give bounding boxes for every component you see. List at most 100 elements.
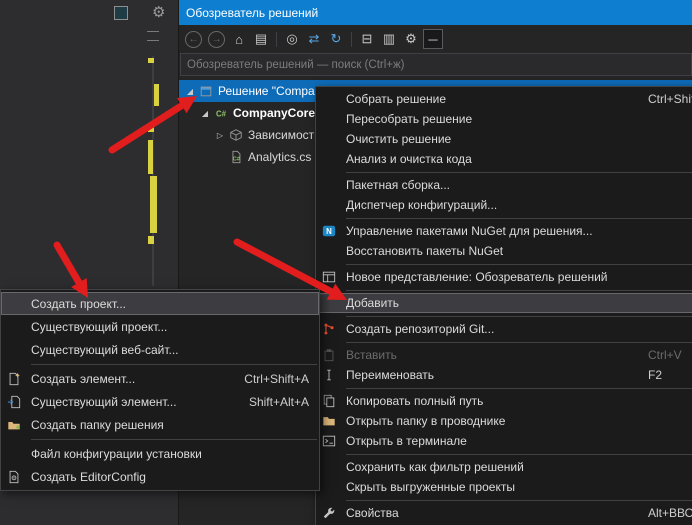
document-window-icon (114, 6, 128, 20)
forward-icon[interactable]: → (208, 31, 225, 48)
menu-item-label: Файл конфигурации установки (26, 447, 212, 461)
menu-item-label: Существующий элемент... (26, 395, 187, 409)
menu-item-label: Создать проект... (26, 297, 136, 311)
show-all-files-icon[interactable]: ▥ (379, 29, 399, 49)
expander-collapsed-icon[interactable]: ▷ (213, 131, 227, 140)
menu-separator (346, 454, 692, 455)
pending-changes-icon[interactable]: ◎ (282, 29, 302, 49)
back-icon[interactable]: ← (185, 31, 202, 48)
menu-icon-slot (1, 315, 26, 338)
csharp-project-icon: C# (212, 106, 230, 120)
menu-item-label: Пересобрать решение (341, 112, 482, 126)
expander-expanded-icon[interactable]: ◢ (183, 87, 197, 96)
menu-item-shortcut: Ctrl+Shif (648, 92, 692, 106)
menu-icon-slot (316, 109, 341, 129)
solution-context-menu: Собрать решениеCtrl+Shif Пересобрать реше… (315, 86, 692, 525)
visual-studio-window: ⚙ Обозреватель решений ←→⌂▤◎⇄↻⊟▥⚙─ ◢Реше… (0, 0, 692, 525)
menu-item[interactable]: Переименовать F2 (316, 365, 692, 385)
change-marker (154, 84, 159, 106)
menu-item-label: Управление пакетами NuGet для решения... (341, 224, 603, 238)
menu-item[interactable]: Создать проект... (1, 292, 319, 315)
change-marker (148, 236, 154, 244)
menu-item-label: Новое представление: Обозреватель решени… (341, 270, 617, 284)
properties-wrench-icon (316, 503, 341, 523)
solution-explorer-toolbar: ← →⌂▤ ◎⇄↻ ⊟▥⚙─ (179, 25, 692, 53)
menu-item-label: Создать EditorConfig (26, 470, 156, 484)
refresh-icon[interactable]: ↻ (326, 29, 346, 49)
menu-icon-slot (316, 241, 341, 261)
menu-item-label: Существующий проект... (26, 320, 177, 334)
menu-item-label: Существующий веб-сайт... (26, 343, 189, 357)
menu-item-label: Сохранить как фильтр решений (341, 460, 534, 474)
search-box (180, 53, 692, 76)
csharp-file-icon: C# (227, 150, 245, 164)
menu-item[interactable]: Очистить решение (316, 129, 692, 149)
menu-item[interactable]: Добавить (316, 293, 692, 313)
menu-separator (346, 316, 692, 317)
menu-item[interactable]: Существующий проект... (1, 315, 319, 338)
menu-item-label: Вставить (341, 348, 407, 362)
home-icon[interactable]: ⌂ (229, 29, 249, 49)
menu-separator (346, 500, 692, 501)
menu-item[interactable]: Пересобрать решение (316, 109, 692, 129)
menu-item[interactable]: Создать репозиторий Git... (316, 319, 692, 339)
menu-item-label: Создать репозиторий Git... (341, 322, 504, 336)
menu-item[interactable]: Создать EditorConfig (1, 465, 319, 488)
menu-icon-slot (316, 129, 341, 149)
collapse-all-icon[interactable]: ⊟ (357, 29, 377, 49)
new-item-icon (1, 367, 26, 390)
sync-active-document-icon[interactable]: ⇄ (304, 29, 324, 49)
menu-item[interactable]: Анализ и очистка кода (316, 149, 692, 169)
menu-item-label: Очистить решение (341, 132, 461, 146)
menu-item[interactable]: Копировать полный путь (316, 391, 692, 411)
menu-item-label: Переименовать (341, 368, 444, 382)
menu-item-shortcut: Ctrl+V (648, 348, 682, 362)
editorconfig-icon (1, 465, 26, 488)
gear-icon[interactable]: ⚙ (152, 3, 165, 21)
menu-item[interactable]: Открыть в терминале (316, 431, 692, 451)
svg-text:C#: C# (233, 157, 241, 163)
menu-item[interactable]: Диспетчер конфигураций... (316, 195, 692, 215)
menu-item[interactable]: Файл конфигурации установки (1, 442, 319, 465)
menu-item[interactable]: Сохранить как фильтр решений (316, 457, 692, 477)
menu-separator (346, 264, 692, 265)
menu-item[interactable]: Восстановить пакеты NuGet (316, 241, 692, 261)
properties-wrench-icon[interactable]: ⚙ (401, 29, 421, 49)
menu-icon-slot (316, 89, 341, 109)
menu-item-label: Создать элемент... (26, 372, 145, 386)
preview-selected-icon[interactable]: ─ (423, 29, 443, 49)
dependencies-icon (227, 128, 245, 142)
switch-views-icon[interactable]: ▤ (251, 29, 271, 49)
menu-item[interactable]: Создать элемент...Ctrl+Shift+A (1, 367, 319, 390)
menu-item[interactable]: Существующий элемент...Shift+Alt+A (1, 390, 319, 413)
menu-item[interactable]: Скрыть выгруженные проекты (316, 477, 692, 497)
menu-icon-slot (1, 338, 26, 361)
menu-item-label: Диспетчер конфигураций... (341, 198, 507, 212)
menu-separator (346, 342, 692, 343)
menu-item[interactable]: N Управление пакетами NuGet для решения..… (316, 221, 692, 241)
menu-item[interactable]: Пакетная сборка... (316, 175, 692, 195)
svg-text:C#: C# (216, 110, 227, 119)
menu-item-shortcut: F2 (648, 368, 662, 382)
menu-icon-slot (316, 195, 341, 215)
search-input[interactable] (181, 59, 691, 71)
expander-expanded-icon[interactable]: ◢ (198, 109, 212, 118)
menu-item[interactable]: Создать папку решения (1, 413, 319, 436)
change-marker (150, 176, 157, 233)
svg-text:N: N (326, 227, 332, 236)
panel-title: Обозреватель решений (186, 6, 318, 20)
menu-item[interactable]: СвойстваAlt+ВВО (316, 503, 692, 523)
menu-separator (346, 388, 692, 389)
new-folder-icon (1, 413, 26, 436)
menu-item-label: Создать папку решения (26, 418, 174, 432)
menu-item[interactable]: Существующий веб-сайт... (1, 338, 319, 361)
menu-item-label: Добавить (341, 296, 409, 310)
menu-item[interactable]: Новое представление: Обозреватель решени… (316, 267, 692, 287)
menu-separator (31, 364, 317, 365)
menu-item[interactable]: Собрать решениеCtrl+Shif (316, 89, 692, 109)
splitter-handle[interactable] (147, 31, 159, 41)
menu-item[interactable]: Открыть папку в проводнике (316, 411, 692, 431)
panel-title-bar[interactable]: Обозреватель решений (179, 0, 692, 25)
menu-separator (346, 172, 692, 173)
menu-item-label: Копировать полный путь (341, 394, 493, 408)
